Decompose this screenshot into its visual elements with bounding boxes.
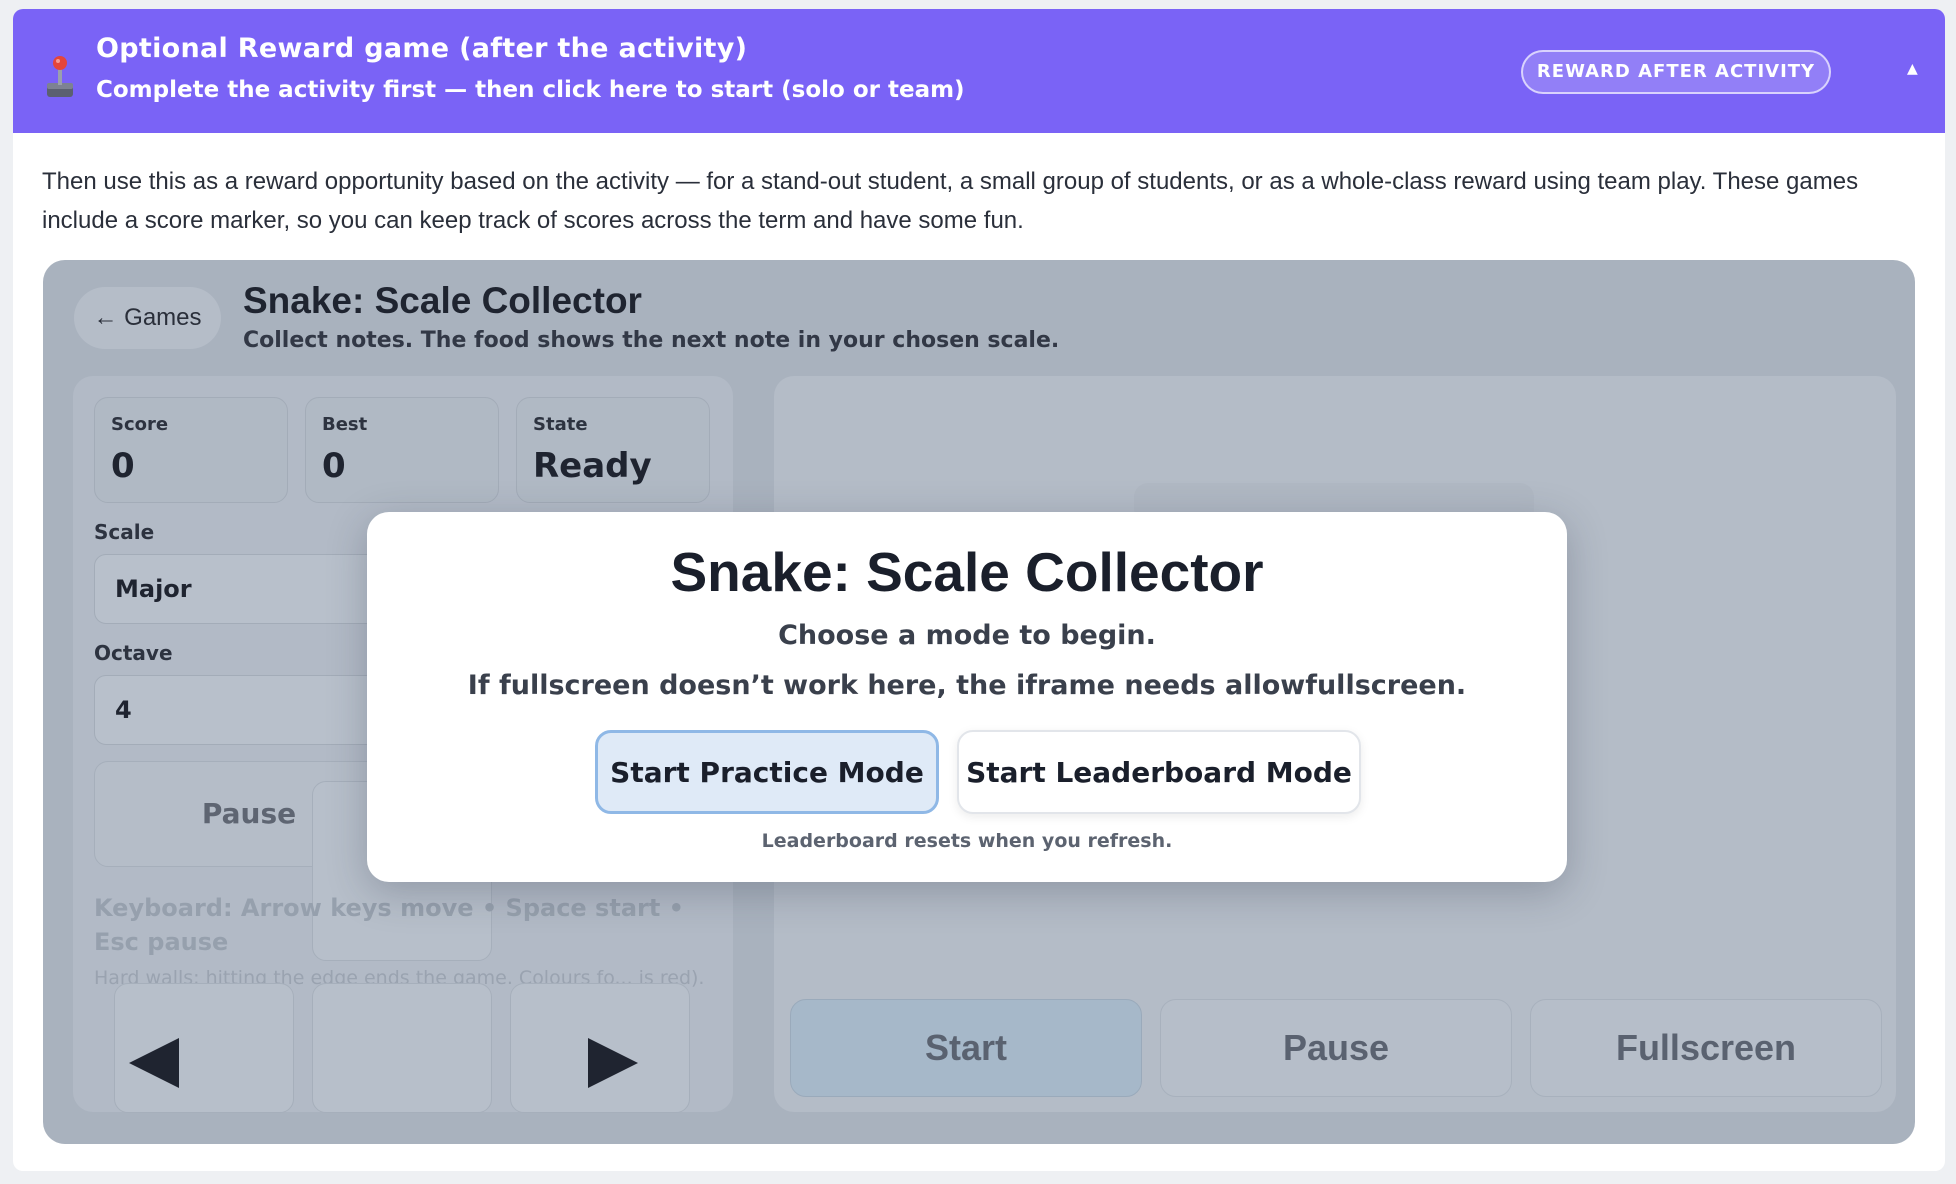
dpad-down-button[interactable] [312, 983, 492, 1113]
keyboard-hint: Keyboard: Arrow keys move • Space start … [94, 894, 685, 956]
banner-subtitle: Complete the activity first — then click… [96, 77, 965, 103]
game-title: Snake: Scale Collector [243, 280, 642, 321]
mode-select-modal: Snake: Scale Collector Choose a mode to … [367, 512, 1567, 882]
banner-title: Optional Reward game (after the activity… [96, 33, 748, 64]
start-practice-mode-button[interactable]: Start Practice Mode [595, 730, 939, 814]
modal-instruction: Choose a mode to begin. [778, 620, 1156, 651]
modal-title: Snake: Scale Collector [670, 541, 1264, 603]
scale-label: Scale [94, 520, 155, 544]
score-card: Score 0 [94, 397, 288, 503]
octave-value: 4 [115, 696, 132, 724]
left-arrow-icon [129, 1038, 179, 1088]
fullscreen-button[interactable]: Fullscreen [1530, 999, 1882, 1097]
score-label: Score [111, 414, 169, 435]
back-to-games-button[interactable]: ← Games [74, 287, 221, 349]
score-value: 0 [111, 446, 135, 486]
reward-banner[interactable]: Optional Reward game (after the activity… [13, 9, 1945, 133]
reward-after-activity-button[interactable]: REWARD AFTER ACTIVITY [1521, 50, 1831, 94]
leaderboard-reset-note: Leaderboard resets when you refresh. [761, 830, 1173, 852]
collapse-caret-icon[interactable]: ▲ [1907, 61, 1918, 77]
right-arrow-icon [588, 1038, 638, 1088]
joystick-icon [47, 56, 73, 97]
modal-fullscreen-note: If fullscreen doesn’t work here, the ifr… [467, 670, 1467, 701]
best-label: Best [322, 414, 368, 435]
scale-value: Major [115, 575, 192, 603]
state-card: State Ready [516, 397, 710, 503]
pause-button[interactable]: Pause [1160, 999, 1512, 1097]
game-subtitle: Collect notes. The food shows the next n… [243, 328, 1060, 353]
state-label: State [533, 414, 588, 435]
best-card: Best 0 [305, 397, 499, 503]
start-leaderboard-mode-button[interactable]: Start Leaderboard Mode [957, 730, 1361, 814]
state-value: Ready [533, 446, 652, 486]
start-button[interactable]: Start [790, 999, 1142, 1097]
reward-description: Then use this as a reward opportunity ba… [42, 168, 1859, 234]
octave-label: Octave [94, 641, 173, 665]
best-value: 0 [322, 446, 346, 486]
